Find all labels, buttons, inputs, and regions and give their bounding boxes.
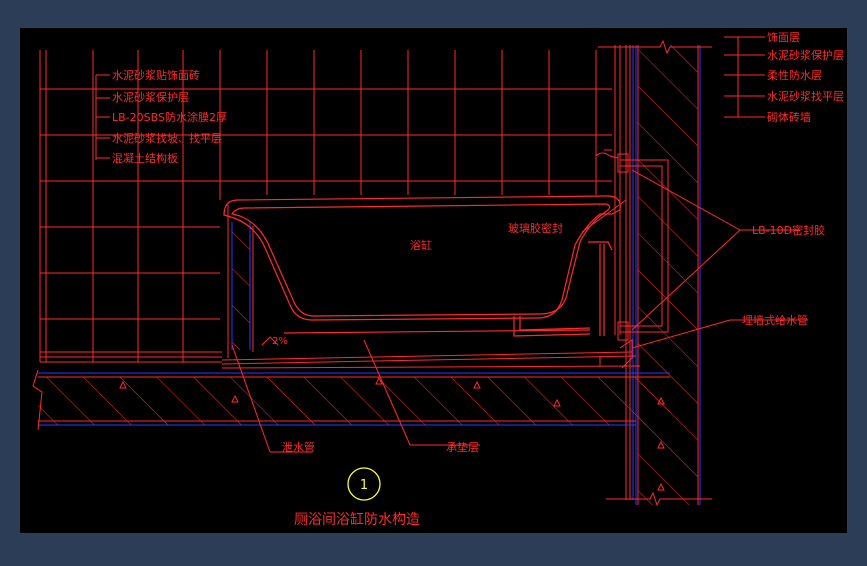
right-label-1: 饰面层 bbox=[767, 30, 800, 44]
bathtub-label: 浴缸 bbox=[410, 238, 432, 252]
embedded-pipe-label: 埋墙式给水管 bbox=[742, 313, 808, 327]
bed-layer-label: 承垫层 bbox=[446, 440, 479, 454]
left-label-1: 水泥砂浆贴饰面砖 bbox=[112, 68, 200, 82]
left-label-4: 水泥砂浆找坡、找平层 bbox=[112, 131, 222, 145]
left-label-3: LB-20SBS防水涂膜2厚 bbox=[112, 110, 227, 124]
detail-number: 1 bbox=[360, 478, 368, 493]
cad-viewport: 水泥砂浆贴饰面砖 水泥砂浆保护层 LB-20SBS防水涂膜2厚 水泥砂浆找坡、找… bbox=[0, 0, 867, 562]
sealant-label: LB-10D密封胶 bbox=[752, 223, 825, 237]
left-label-5: 混凝土结构板 bbox=[112, 151, 178, 165]
right-label-2: 水泥砂浆保护层 bbox=[767, 48, 844, 62]
glass-glue-label: 玻璃胶密封 bbox=[508, 221, 563, 235]
left-label-2: 水泥砂浆保护层 bbox=[112, 90, 189, 104]
tub-support-wall bbox=[227, 205, 254, 358]
caption-title: 厕浴间浴缸防水构造 bbox=[294, 511, 420, 528]
drain-pipe-label: 泄水管 bbox=[282, 440, 315, 454]
right-label-4: 水泥砂浆找平层 bbox=[767, 89, 844, 103]
bathtub-waterproof-detail-drawing: 水泥砂浆贴饰面砖 水泥砂浆保护层 LB-20SBS防水涂膜2厚 水泥砂浆找坡、找… bbox=[20, 28, 847, 533]
slope-label: 2% bbox=[272, 336, 288, 347]
right-label-5: 砌体砖墙 bbox=[767, 110, 811, 124]
right-label-3: 柔性防水层 bbox=[767, 68, 822, 82]
